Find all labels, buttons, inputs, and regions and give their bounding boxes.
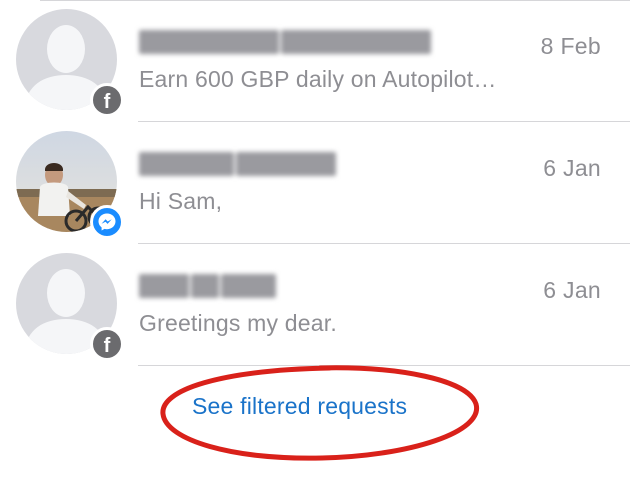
divider [138,365,630,366]
message-request-row[interactable]: f 6 Jan Greetings my dear. [0,244,630,366]
facebook-icon: f [90,83,124,117]
message-preview: Hi Sam, [139,188,223,214]
see-filtered-requests-link[interactable]: See filtered requests [192,393,407,420]
message-preview: Earn 600 GBP daily on Autopilot… [139,66,497,92]
message-request-row[interactable]: f 8 Feb Earn 600 GBP daily on Autopilot… [0,0,630,122]
message-date: 8 Feb [540,33,601,59]
message-preview: Greetings my dear. [139,310,337,336]
message-date: 6 Jan [543,277,601,303]
sender-name-blurred [139,28,431,56]
message-date: 6 Jan [543,155,601,181]
sender-name-blurred [139,150,336,178]
sender-name-blurred [139,272,276,300]
message-request-row[interactable]: 6 Jan Hi Sam, [0,122,630,244]
facebook-icon: f [90,327,124,361]
messenger-icon [90,205,124,239]
